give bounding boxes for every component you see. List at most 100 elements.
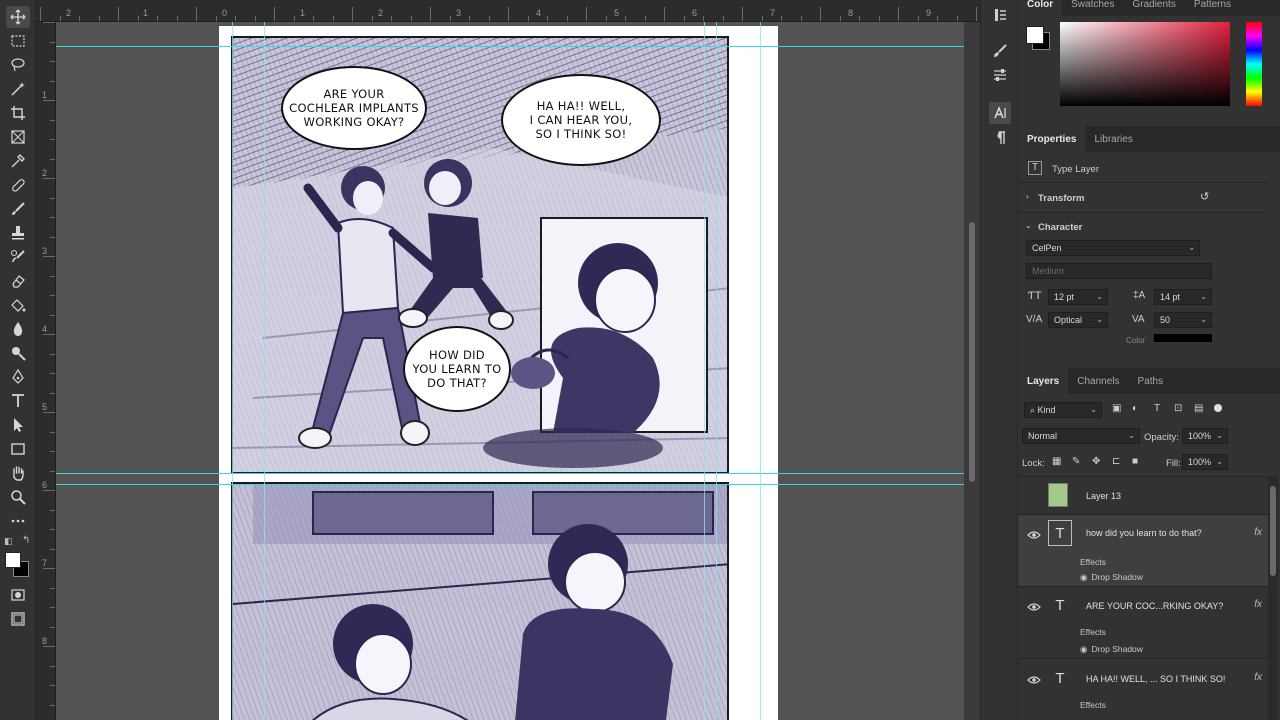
tracking-field[interactable]: 50 ⌄ xyxy=(1154,312,1212,328)
type-tool-icon[interactable] xyxy=(6,390,30,412)
lock-pixels-icon[interactable]: ✎ xyxy=(1072,456,1080,467)
character-panel-icon[interactable] xyxy=(989,102,1011,124)
healing-brush-icon[interactable] xyxy=(6,174,30,196)
layer-row-selected[interactable]: T how did you learn to do that? fx Effec… xyxy=(1018,514,1268,586)
drop-shadow-effect[interactable]: ◉ Drop Shadow xyxy=(1080,572,1143,583)
path-selection-icon[interactable] xyxy=(6,414,30,436)
fill-field[interactable]: 100% ⌄ xyxy=(1182,454,1228,470)
eye-icon[interactable]: ◉ xyxy=(1080,644,1087,654)
font-style-select[interactable]: Medium xyxy=(1026,263,1212,279)
rectangle-tool-icon[interactable] xyxy=(6,438,30,460)
lasso-tool-icon[interactable] xyxy=(6,54,30,76)
leading-field[interactable]: 14 pt ⌄ xyxy=(1154,289,1212,305)
color-field[interactable] xyxy=(1060,22,1230,106)
character-section[interactable]: Character xyxy=(1038,222,1082,233)
lock-all-icon[interactable]: ■ xyxy=(1132,456,1138,467)
filter-type-icon[interactable]: T xyxy=(1154,403,1160,414)
dodge-tool-icon[interactable] xyxy=(6,342,30,364)
ruler-tick xyxy=(50,139,55,140)
tab-gradients[interactable]: Gradients xyxy=(1123,0,1184,16)
reset-transform-icon[interactable]: ↺ xyxy=(1200,190,1209,203)
blur-tool-icon[interactable] xyxy=(6,318,30,340)
font-family-select[interactable]: CelPen ⌄ xyxy=(1026,240,1200,256)
swap-colors-icon[interactable]: ↰ xyxy=(22,535,30,546)
kerning-field[interactable]: Optical ⌄ xyxy=(1048,312,1108,328)
eye-icon[interactable]: ◉ xyxy=(1080,572,1087,582)
chevron-right-icon[interactable]: › xyxy=(1026,192,1029,201)
tab-libraries[interactable]: Libraries xyxy=(1085,126,1141,152)
pen-tool-icon[interactable] xyxy=(6,366,30,388)
default-colors-icon[interactable]: ◧ xyxy=(4,536,13,547)
layer-filter-select[interactable]: ⌕ Kind ⌄ xyxy=(1024,402,1102,418)
guide-vertical[interactable] xyxy=(232,22,233,720)
guide-vertical[interactable] xyxy=(760,22,761,720)
clone-stamp-icon[interactable] xyxy=(6,222,30,244)
crop-tool-icon[interactable] xyxy=(6,102,30,124)
font-size-field[interactable]: 12 pt ⌄ xyxy=(1048,289,1108,305)
frame-tool-icon[interactable] xyxy=(6,126,30,148)
filter-smart-object-icon[interactable]: ▤ xyxy=(1194,403,1203,414)
layer-row[interactable]: Layer 13 xyxy=(1018,476,1268,514)
history-panel-icon[interactable] xyxy=(989,4,1011,26)
layer-row[interactable]: T HA HA!! WELL, ... SO I THINK SO! fx Ef… xyxy=(1018,658,1268,720)
text-color-swatch[interactable] xyxy=(1154,334,1212,342)
guide-horizontal[interactable] xyxy=(56,46,964,47)
scrollbar-thumb[interactable] xyxy=(969,222,975,482)
hue-slider[interactable] xyxy=(1246,22,1262,106)
guide-vertical[interactable] xyxy=(716,22,717,720)
fx-icon[interactable]: fx xyxy=(1254,527,1262,538)
move-tool-icon[interactable] xyxy=(6,6,30,28)
tab-properties[interactable]: Properties xyxy=(1018,126,1086,152)
lock-transparent-icon[interactable]: ▦ xyxy=(1052,456,1061,467)
guide-vertical[interactable] xyxy=(704,22,705,720)
zoom-tool-icon[interactable] xyxy=(6,486,30,508)
filter-adjustment-icon[interactable]: ◐ xyxy=(1132,403,1138,414)
guide-vertical[interactable] xyxy=(264,22,265,720)
paint-bucket-icon[interactable] xyxy=(6,294,30,316)
guide-horizontal[interactable] xyxy=(56,473,964,474)
history-brush-icon[interactable] xyxy=(6,246,30,268)
lock-position-icon[interactable]: ✥ xyxy=(1092,456,1100,467)
filter-toggle-icon[interactable] xyxy=(1214,404,1222,412)
chevron-down-icon[interactable]: ⌄ xyxy=(1025,221,1032,230)
marquee-tool-icon[interactable] xyxy=(6,30,30,52)
tab-patterns[interactable]: Patterns xyxy=(1185,0,1240,16)
color-fg-swatch[interactable] xyxy=(1026,26,1044,44)
paragraph-panel-icon[interactable] xyxy=(989,127,1011,149)
drop-shadow-effect[interactable]: ◉ Drop Shadow xyxy=(1080,644,1143,655)
eraser-tool-icon[interactable] xyxy=(6,270,30,292)
fx-icon[interactable]: fx xyxy=(1254,672,1262,683)
screen-mode-icon[interactable] xyxy=(6,608,30,630)
tab-layers[interactable]: Layers xyxy=(1018,368,1069,394)
more-tools-icon[interactable] xyxy=(6,510,30,532)
hand-tool-icon[interactable] xyxy=(6,462,30,484)
eye-icon[interactable] xyxy=(1027,530,1041,540)
fx-icon[interactable]: fx xyxy=(1254,599,1262,610)
blend-mode-select[interactable]: Normal ⌄ xyxy=(1022,428,1140,444)
quick-mask-icon[interactable] xyxy=(6,584,30,606)
tab-paths[interactable]: Paths xyxy=(1129,368,1173,394)
eye-icon[interactable] xyxy=(1027,675,1041,685)
document-canvas[interactable]: ARE YOUR COCHLEAR IMPLANTS WORKING OKAY?… xyxy=(56,22,964,720)
adjustments-icon[interactable] xyxy=(989,64,1011,86)
magic-wand-icon[interactable] xyxy=(6,78,30,100)
filter-pixel-icon[interactable]: ▣ xyxy=(1112,403,1121,414)
guide-horizontal[interactable] xyxy=(56,484,964,485)
eyedropper-icon[interactable] xyxy=(6,150,30,172)
transform-section[interactable]: Transform xyxy=(1038,193,1084,204)
brush-settings-icon[interactable] xyxy=(989,40,1011,62)
ruler-tick xyxy=(859,16,860,21)
filter-shape-icon[interactable]: ⊡ xyxy=(1174,403,1182,414)
layer-row[interactable]: T ARE YOUR COC...RKING OKAY? fx Effects … xyxy=(1018,586,1268,658)
brush-tool-icon[interactable] xyxy=(6,198,30,220)
tab-channels[interactable]: Channels xyxy=(1068,368,1128,394)
eye-icon[interactable] xyxy=(1027,602,1041,612)
layers-scrollbar[interactable] xyxy=(1268,476,1278,720)
tab-color[interactable]: Color xyxy=(1018,0,1063,16)
tab-swatches[interactable]: Swatches xyxy=(1062,0,1123,16)
canvas-scrollbar[interactable] xyxy=(964,22,980,720)
ruler-tick xyxy=(410,16,412,21)
foreground-color-swatch[interactable] xyxy=(5,552,21,568)
lock-artboard-icon[interactable]: ⊏ xyxy=(1112,456,1120,467)
opacity-field[interactable]: 100% ⌄ xyxy=(1182,428,1228,444)
